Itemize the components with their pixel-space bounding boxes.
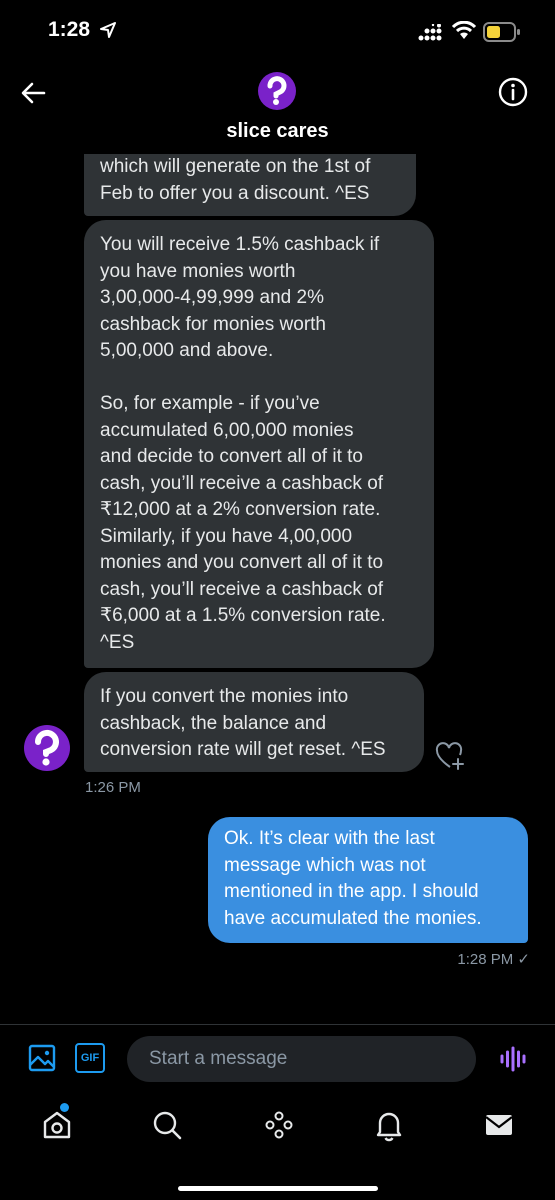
home-indicator[interactable] (178, 1186, 378, 1191)
location-arrow-icon (100, 22, 116, 38)
add-gif-button[interactable]: GIF (75, 1043, 105, 1073)
info-button[interactable] (497, 76, 529, 108)
received-message[interactable]: If you convert the monies into cashback,… (84, 672, 424, 772)
conversation-header: slice cares (0, 64, 555, 160)
message-timestamp: 1:28 PM ✓ (457, 951, 530, 968)
image-icon (28, 1044, 56, 1072)
contact-avatar[interactable] (258, 72, 296, 110)
status-time: 1:28 (48, 18, 91, 41)
nav-notifications[interactable] (372, 1108, 406, 1142)
message-input[interactable] (149, 1036, 459, 1082)
home-icon (43, 1111, 71, 1139)
conversation-title[interactable]: slice cares (0, 120, 555, 143)
message-timestamp: 1:26 PM (85, 779, 141, 796)
received-message[interactable]: which will generate on the 1st of Feb to… (84, 154, 416, 216)
voice-wave-icon (500, 1046, 526, 1072)
sender-avatar[interactable] (24, 725, 70, 771)
composer-divider (0, 1024, 555, 1025)
voice-message-button[interactable] (498, 1044, 528, 1074)
spaces-icon (265, 1111, 293, 1139)
nav-search[interactable] (150, 1108, 184, 1142)
slice-logo-icon (267, 76, 287, 105)
cellular-signal-icon (418, 24, 442, 41)
battery-icon (483, 22, 520, 42)
nav-messages[interactable] (482, 1108, 516, 1142)
envelope-icon (485, 1115, 513, 1135)
arrow-left-icon (21, 82, 46, 104)
sent-message[interactable]: Ok. It’s clear with the last message whi… (208, 817, 528, 943)
add-image-button[interactable] (27, 1043, 57, 1073)
nav-spaces[interactable] (262, 1108, 296, 1142)
status-bar: 1:28 (0, 0, 555, 64)
slice-logo-icon (34, 729, 59, 766)
heart-plus-icon (435, 742, 464, 770)
message-composer[interactable] (127, 1036, 476, 1082)
info-icon (498, 77, 528, 107)
wifi-icon (452, 21, 476, 39)
bell-icon (376, 1112, 402, 1142)
nav-home[interactable] (40, 1108, 74, 1142)
add-reaction-button[interactable] (434, 740, 466, 772)
notification-dot (60, 1103, 69, 1112)
search-icon (153, 1111, 182, 1140)
received-message[interactable]: You will receive 1.5% cashback if you ha… (84, 220, 434, 668)
back-button[interactable] (18, 78, 50, 108)
